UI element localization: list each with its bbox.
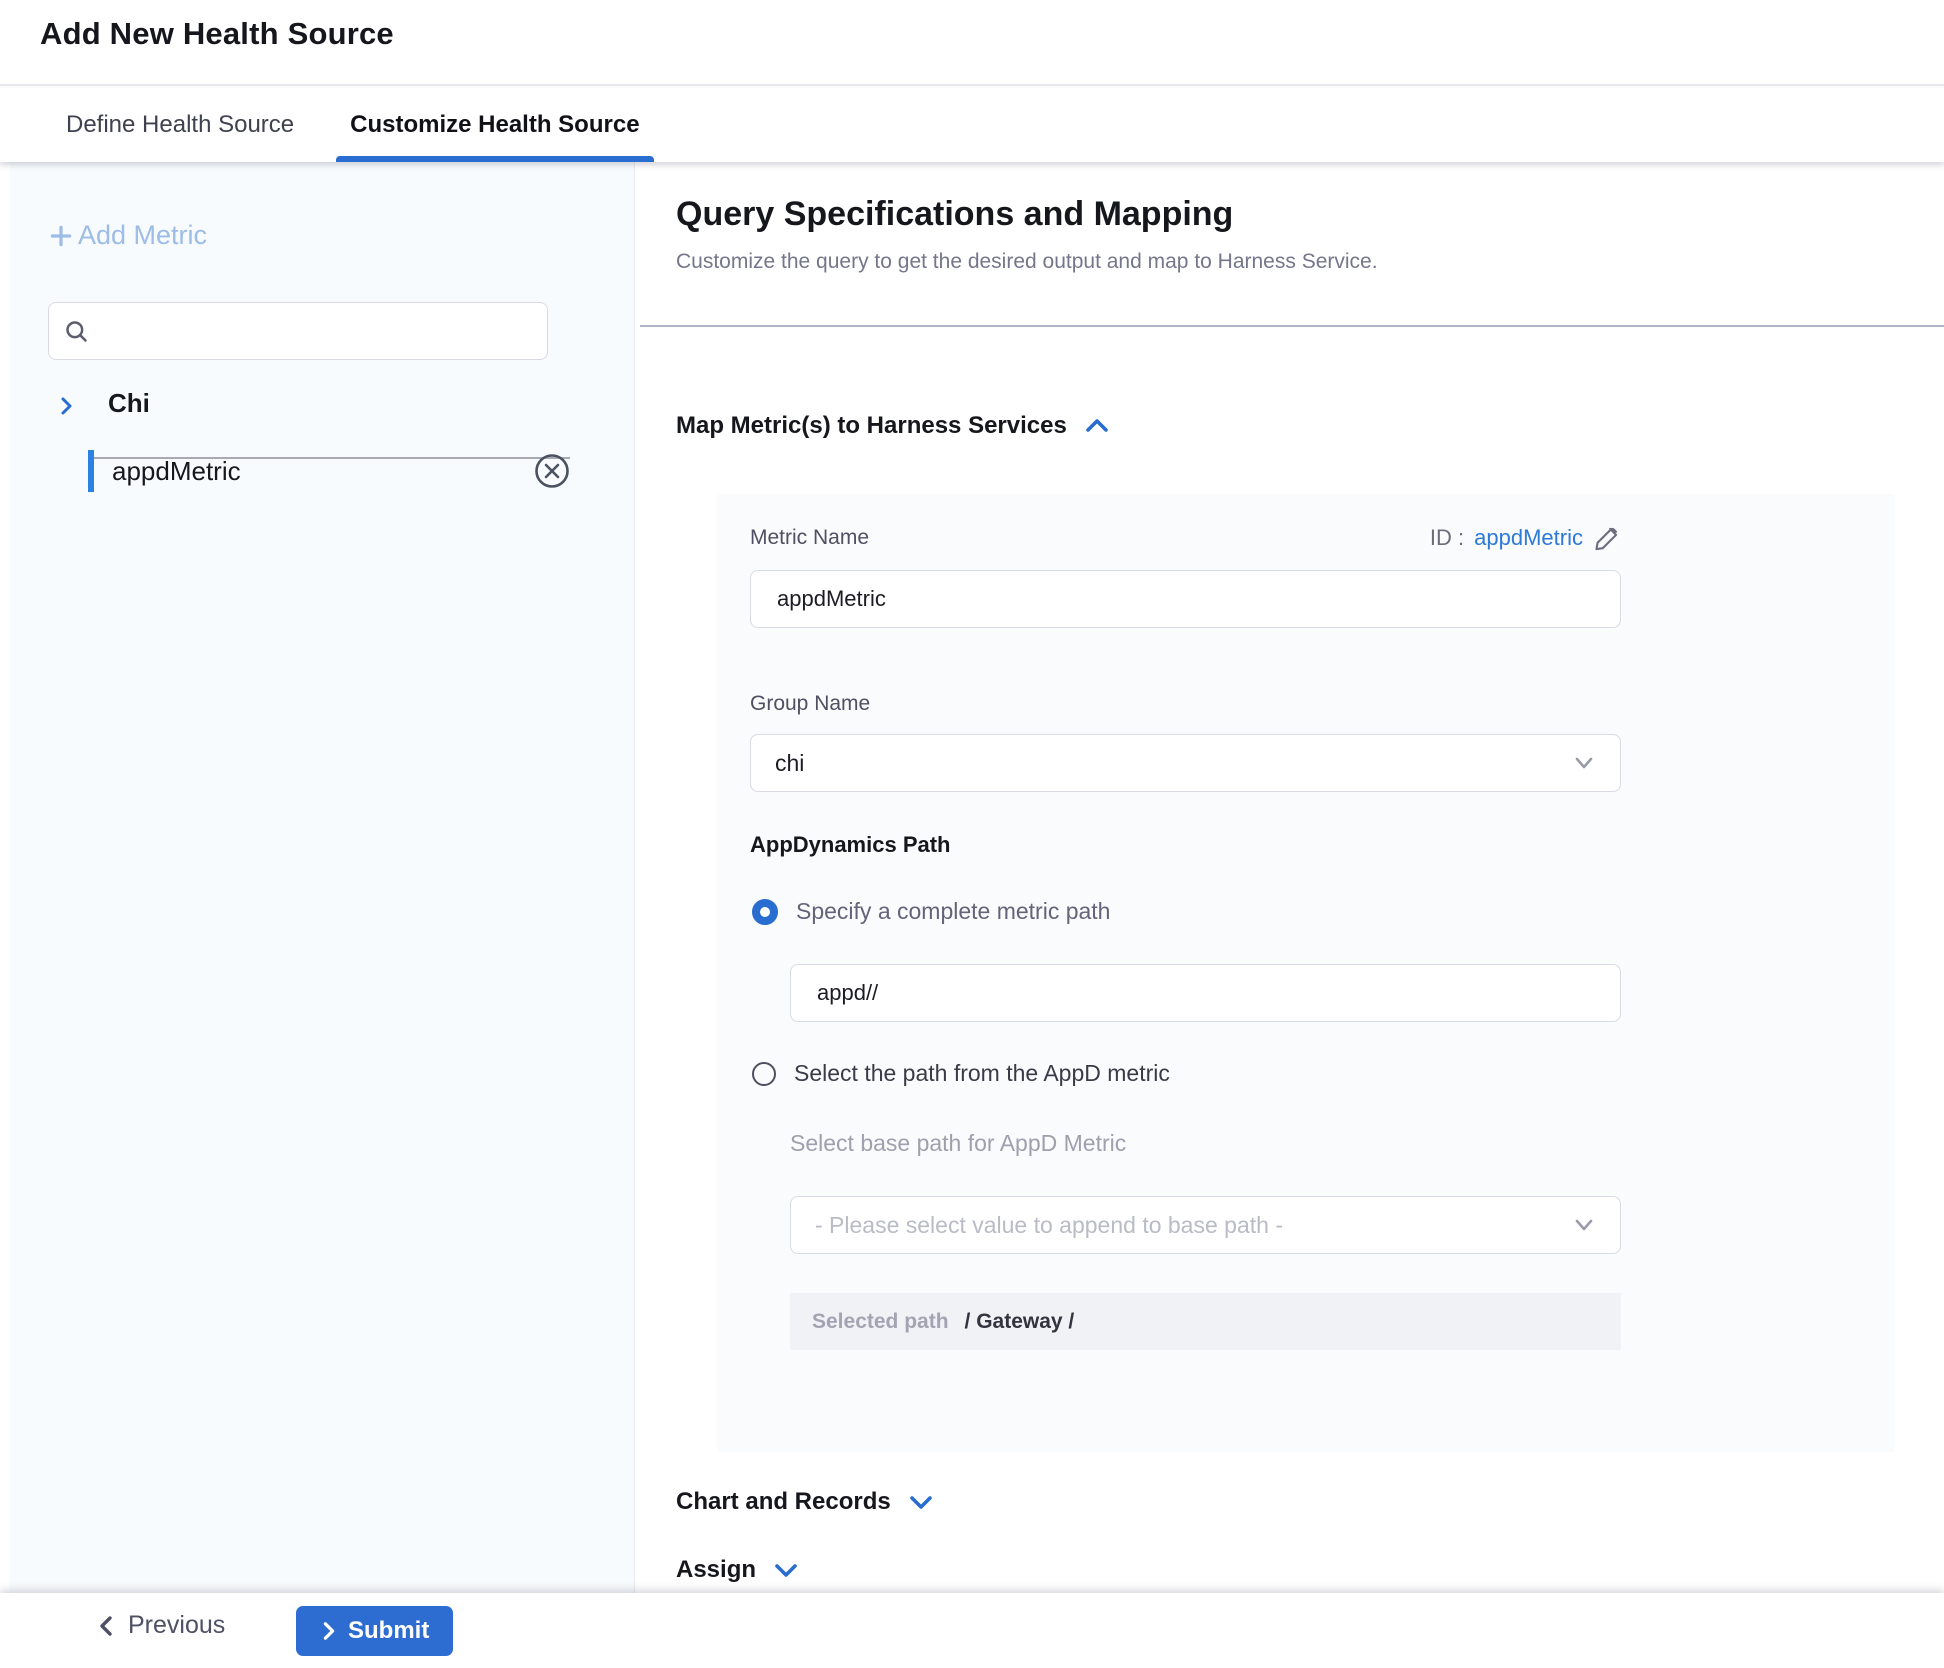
- tab-label: Define Health Source: [66, 111, 294, 139]
- group-name-select[interactable]: chi: [750, 734, 1621, 792]
- map-metrics-section-header[interactable]: Map Metric(s) to Harness Services: [676, 412, 1111, 440]
- add-metric-button[interactable]: Add Metric: [48, 220, 207, 251]
- previous-button[interactable]: Previous: [96, 1611, 225, 1640]
- group-name-value: chi: [775, 750, 804, 777]
- selected-path-label: Selected path: [812, 1310, 949, 1334]
- appdynamics-path-label: AppDynamics Path: [750, 832, 951, 858]
- metric-name-input[interactable]: [750, 570, 1621, 628]
- previous-button-label: Previous: [128, 1611, 225, 1640]
- tab-bar: Define Health Source Customize Health So…: [0, 88, 1944, 162]
- wizard-footer: Previous Submit: [0, 1593, 1944, 1668]
- metric-name-label: Metric Name: [750, 526, 869, 550]
- map-metrics-section-title: Map Metric(s) to Harness Services: [676, 412, 1067, 440]
- chevron-down-icon[interactable]: [772, 1559, 800, 1581]
- assign-section-header[interactable]: Assign: [676, 1556, 800, 1584]
- chart-and-records-title: Chart and Records: [676, 1488, 891, 1516]
- delete-metric-icon[interactable]: [533, 452, 571, 490]
- radio-select-appd-path[interactable]: Select the path from the AppD metric: [752, 1060, 1170, 1087]
- submit-button[interactable]: Submit: [296, 1606, 453, 1656]
- tab-customize-health-source[interactable]: Customize Health Source: [346, 88, 643, 162]
- radio-unselected-icon[interactable]: [752, 1062, 776, 1086]
- id-label: ID :: [1430, 525, 1464, 551]
- chevron-down-icon: [1572, 754, 1596, 772]
- base-path-placeholder: - Please select value to append to base …: [815, 1212, 1283, 1239]
- add-metric-label: Add Metric: [78, 220, 207, 251]
- search-icon: [63, 318, 90, 345]
- search-input[interactable]: [100, 318, 533, 344]
- metric-mapping-card: Metric Name ID : appdMetric Group Name c…: [717, 494, 1895, 1452]
- chevron-right-icon[interactable]: [54, 394, 78, 418]
- metric-id-wrap: ID : appdMetric: [1430, 524, 1621, 552]
- selected-path-value: / Gateway /: [965, 1310, 1075, 1334]
- complete-metric-path-input[interactable]: [790, 964, 1621, 1022]
- selected-metric-indicator: [88, 450, 94, 492]
- active-tab-underline: [336, 156, 653, 162]
- chevron-left-icon: [96, 1614, 116, 1638]
- metric-search-box: [48, 302, 548, 360]
- metrics-sidebar: Add Metric Chi appdMetric: [10, 162, 635, 1593]
- metric-group-chi[interactable]: Chi: [10, 384, 634, 436]
- tab-label: Customize Health Source: [350, 111, 639, 139]
- radio-complete-metric-path-label: Specify a complete metric path: [796, 898, 1110, 925]
- edit-icon[interactable]: [1593, 524, 1621, 552]
- selected-path-bar: Selected path / Gateway /: [790, 1293, 1621, 1350]
- chart-and-records-section-header[interactable]: Chart and Records: [676, 1488, 935, 1516]
- plus-icon: [48, 223, 74, 249]
- chevron-down-icon[interactable]: [907, 1491, 935, 1513]
- radio-select-appd-path-label: Select the path from the AppD metric: [794, 1060, 1170, 1087]
- group-name-label: Group Name: [750, 692, 870, 716]
- id-value: appdMetric: [1474, 525, 1583, 551]
- metric-item-label: appdMetric: [112, 456, 241, 487]
- radio-complete-metric-path[interactable]: Specify a complete metric path: [752, 898, 1110, 925]
- tab-define-health-source[interactable]: Define Health Source: [62, 88, 298, 162]
- assign-title: Assign: [676, 1556, 756, 1584]
- group-label: Chi: [108, 388, 150, 419]
- section-divider: [640, 325, 1944, 327]
- chevron-down-icon: [1572, 1216, 1596, 1234]
- base-path-label: Select base path for AppD Metric: [790, 1130, 1126, 1157]
- chevron-up-icon[interactable]: [1083, 415, 1111, 437]
- submit-button-label: Submit: [348, 1617, 429, 1645]
- radio-selected-icon[interactable]: [752, 899, 778, 925]
- dialog-header: Add New Health Source: [0, 0, 1944, 86]
- query-specifications-panel: Query Specifications and Mapping Customi…: [636, 162, 1944, 1593]
- chevron-right-icon: [320, 1620, 338, 1642]
- page-title: Query Specifications and Mapping: [676, 195, 1233, 234]
- metric-name-row: Metric Name ID : appdMetric: [750, 524, 1621, 552]
- metric-list-item-appdmetric[interactable]: appdMetric: [10, 450, 634, 494]
- base-path-select[interactable]: - Please select value to append to base …: [790, 1196, 1621, 1254]
- dialog-title: Add New Health Source: [40, 16, 394, 52]
- page-subtitle: Customize the query to get the desired o…: [676, 250, 1378, 274]
